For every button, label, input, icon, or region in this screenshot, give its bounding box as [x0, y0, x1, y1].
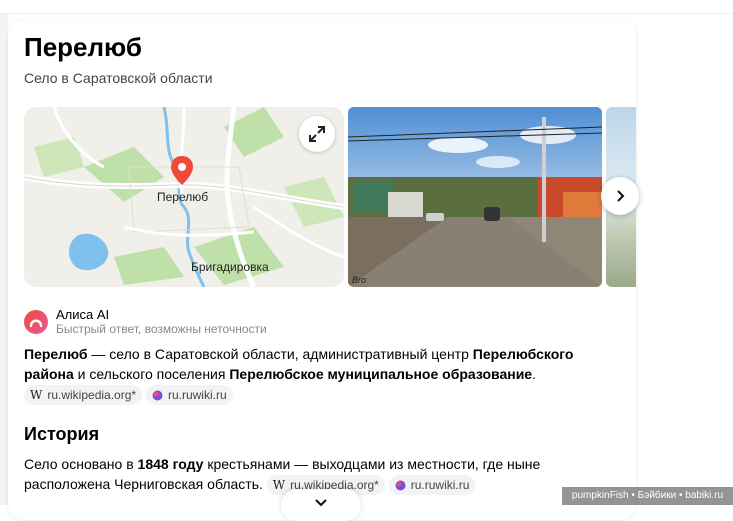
- chevron-right-icon: [617, 190, 625, 202]
- source-chip-ruwiki[interactable]: ru.ruwiki.ru: [388, 475, 476, 496]
- source-label: ru.ruwiki.ru: [167, 388, 227, 403]
- photo-signature: Bro: [352, 275, 367, 285]
- top-divider: [0, 13, 733, 14]
- entity-subtitle: Село в Саратовской области: [24, 70, 213, 86]
- location-pin-icon: [171, 156, 193, 185]
- ruwiki-icon: [152, 390, 163, 401]
- expand-map-button[interactable]: [299, 116, 335, 152]
- side-background: [0, 14, 8, 505]
- wikipedia-icon: W: [272, 478, 286, 493]
- chevron-down-icon: [315, 499, 327, 507]
- summary-bold-1: Перелюб: [24, 346, 88, 362]
- summary-text-1: — село в Саратовской области, администра…: [87, 346, 473, 362]
- village-photo: [348, 107, 602, 287]
- show-more-button[interactable]: [281, 489, 361, 521]
- history-heading: История: [24, 424, 100, 444]
- wikipedia-icon: W: [30, 388, 43, 403]
- summary-paragraph: Перелюб — село в Саратовской области, ад…: [24, 344, 598, 406]
- ruwiki-icon: [395, 480, 406, 491]
- source-chip-wikipedia[interactable]: Wru.wikipedia.org*: [24, 385, 143, 406]
- entity-title: Перелюб: [24, 32, 142, 62]
- alice-disclaimer: Быстрый ответ, возможны неточности: [56, 322, 267, 336]
- alice-logo-icon: [24, 310, 48, 334]
- alice-name: Алиса AI: [56, 307, 110, 322]
- summary-text-3: .: [532, 366, 536, 382]
- entity-card: Перелюб Село в Саратовской области Перел…: [8, 20, 639, 520]
- photo-tile[interactable]: Bro: [348, 107, 602, 287]
- watermark: pumpkinFish • Бэйбики • babiki.ru: [562, 487, 733, 505]
- map-label-main: Перелюб: [157, 190, 209, 204]
- source-label: ru.wikipedia.org*: [47, 388, 137, 403]
- history-text-1: Село основано в: [24, 456, 138, 472]
- map-tile[interactable]: Перелюб Бригадировка: [24, 107, 344, 287]
- gallery-next-button[interactable]: [601, 177, 639, 215]
- summary-text-2: и сельского поселения: [73, 366, 230, 382]
- source-label: ru.ruwiki.ru: [410, 478, 470, 493]
- media-gallery: Перелюб Бригадировка Bro: [24, 107, 636, 287]
- map-label-village: Бригадировка: [191, 260, 269, 274]
- source-chip-ruwiki[interactable]: ru.ruwiki.ru: [145, 385, 233, 406]
- summary-bold-3: Перелюбское муниципальное образование: [229, 366, 533, 382]
- history-bold-1: 1848 году: [137, 456, 204, 472]
- expand-icon: [309, 126, 325, 142]
